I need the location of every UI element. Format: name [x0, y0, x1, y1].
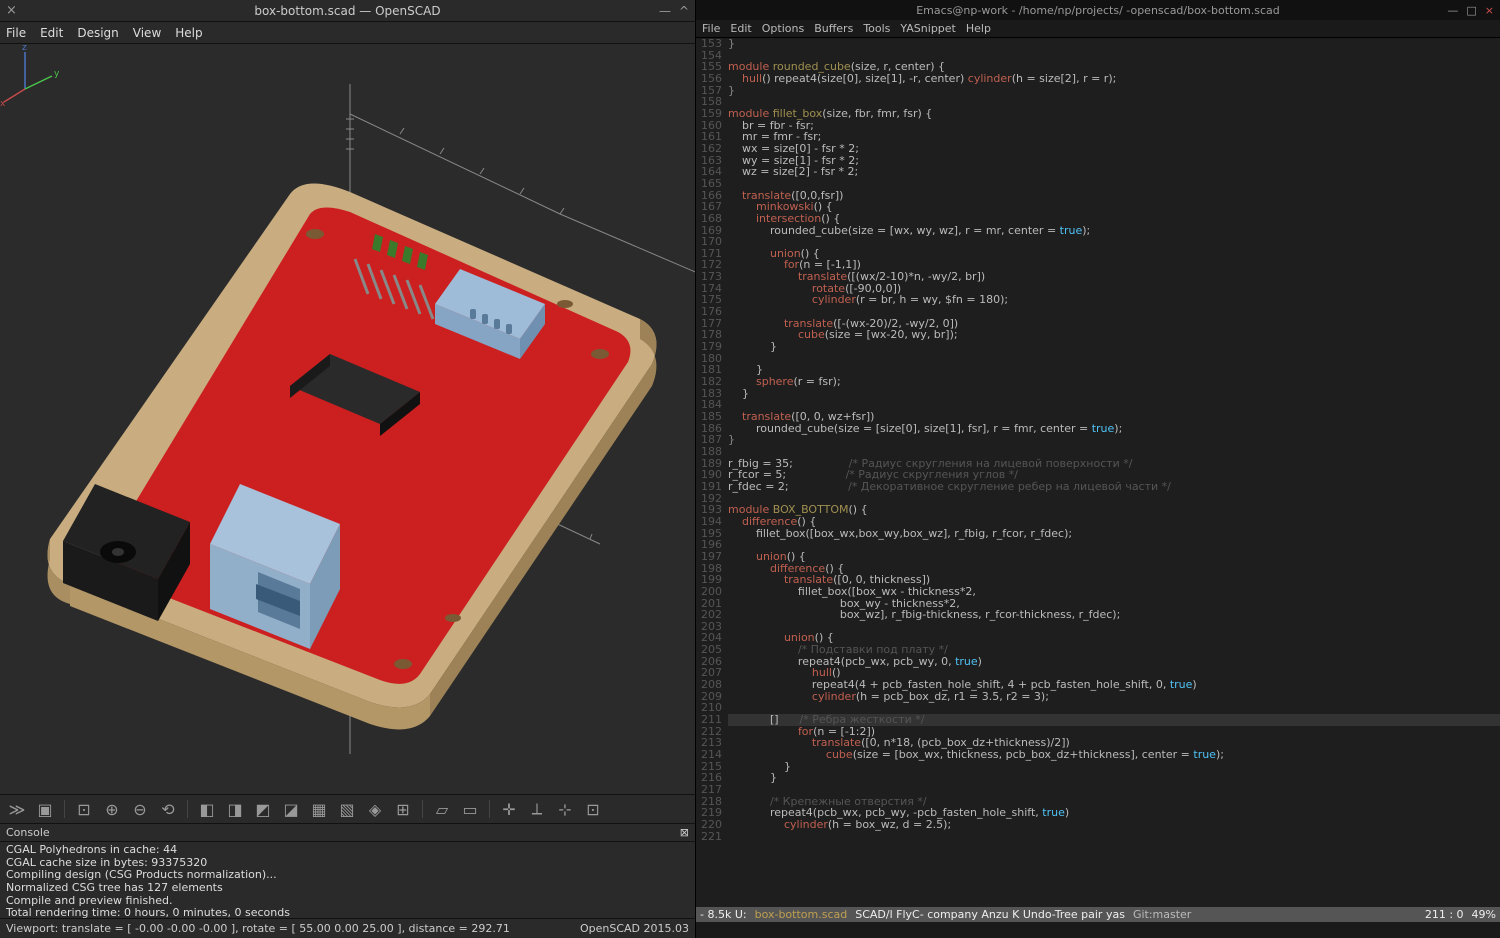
view-left-icon[interactable]: ◪: [280, 798, 302, 820]
code-editor[interactable]: 1531541551561571581591601611621631641651…: [696, 38, 1500, 907]
axes-icon[interactable]: ✛: [498, 798, 520, 820]
version-label: OpenSCAD 2015.03: [580, 922, 689, 935]
view-back-icon[interactable]: ▧: [336, 798, 358, 820]
view-toolbar: ≫ ▣ ⊡ ⊕ ⊖ ⟲ ◧ ◨ ◩ ◪ ▦ ▧ ◈ ⊞ ▱ ▭ ✛ ⟂ ⊹ ⊡: [0, 794, 695, 824]
menu-yasnippet[interactable]: YASnippet: [900, 22, 955, 35]
console-output[interactable]: CGAL Polyhedrons in cache: 44CGAL cache …: [0, 842, 695, 918]
toolbar-separator: [489, 800, 490, 818]
zoom-all-icon[interactable]: ⊡: [73, 798, 95, 820]
edges-icon[interactable]: ⊹: [554, 798, 576, 820]
scale-icon[interactable]: ⟂: [526, 798, 548, 820]
zoom-out-icon[interactable]: ⊖: [129, 798, 151, 820]
view-diag-icon[interactable]: ◈: [364, 798, 386, 820]
emacs-menubar: File Edit Options Buffers Tools YASnippet Help: [696, 20, 1500, 38]
menu-buffers[interactable]: Buffers: [814, 22, 853, 35]
3d-viewport[interactable]: z y x: [0, 44, 695, 794]
openscad-titlebar: × box-bottom.scad — OpenSCAD — ^: [0, 0, 695, 22]
openscad-menubar: File Edit Design View Help: [0, 22, 695, 44]
emacs-titlebar: Emacs@np-work - /home/np/projects/ -open…: [696, 0, 1500, 20]
menu-tools[interactable]: Tools: [863, 22, 890, 35]
center-icon[interactable]: ⊞: [392, 798, 414, 820]
toolbar-separator: [422, 800, 423, 818]
toolbar-separator: [64, 800, 65, 818]
view-front-icon[interactable]: ▦: [308, 798, 330, 820]
crosshair-icon[interactable]: ⊡: [582, 798, 604, 820]
code-content[interactable]: } module rounded_cube(size, r, center) {…: [728, 38, 1500, 907]
line-gutter: 1531541551561571581591601611621631641651…: [696, 38, 728, 907]
menu-edit[interactable]: Edit: [40, 26, 63, 40]
buffer-name: box-bottom.scad: [755, 908, 848, 921]
menu-view[interactable]: View: [133, 26, 161, 40]
ortho-icon[interactable]: ▭: [459, 798, 481, 820]
persp-icon[interactable]: ▱: [431, 798, 453, 820]
minibuffer[interactable]: [696, 922, 1500, 938]
menu-file[interactable]: File: [702, 22, 720, 35]
minimize-icon[interactable]: —: [1447, 4, 1458, 17]
render-icon[interactable]: ▣: [34, 798, 56, 820]
console-close-icon[interactable]: ⊠: [680, 826, 689, 839]
close-icon[interactable]: ×: [1485, 4, 1494, 17]
console-line: Normalized CSG tree has 127 elements: [6, 882, 689, 895]
menu-options[interactable]: Options: [762, 22, 804, 35]
git-branch: Git:master: [1133, 908, 1191, 921]
menu-design[interactable]: Design: [77, 26, 118, 40]
scroll-percent: 49%: [1472, 908, 1496, 921]
preview-icon[interactable]: ≫: [6, 798, 28, 820]
openscad-statusbar: Viewport: translate = [ -0.00 -0.00 -0.0…: [0, 918, 695, 938]
view-right-icon[interactable]: ◧: [196, 798, 218, 820]
modeline-flags: - 8.5k U:: [700, 908, 747, 921]
zoom-in-icon[interactable]: ⊕: [101, 798, 123, 820]
console-title: Console: [6, 826, 50, 839]
menu-file[interactable]: File: [6, 26, 26, 40]
console-line: CGAL Polyhedrons in cache: 44: [6, 844, 689, 857]
maximize-icon[interactable]: □: [1466, 4, 1476, 17]
minimize-icon[interactable]: —: [659, 4, 671, 18]
reset-view-icon[interactable]: ⟲: [157, 798, 179, 820]
menu-help[interactable]: Help: [966, 22, 991, 35]
view-top-icon[interactable]: ◨: [224, 798, 246, 820]
window-title: box-bottom.scad — OpenSCAD: [0, 4, 695, 18]
console-header: Console ⊠: [0, 824, 695, 842]
menu-help[interactable]: Help: [175, 26, 202, 40]
viewport-status: Viewport: translate = [ -0.00 -0.00 -0.0…: [6, 922, 510, 935]
emacs-modeline: - 8.5k U: box-bottom.scad SCAD/l FlyC- c…: [696, 907, 1500, 922]
modeline-modes: SCAD/l FlyC- company Anzu K Undo-Tree pa…: [855, 908, 1125, 921]
console-line: Total rendering time: 0 hours, 0 minutes…: [6, 907, 689, 918]
view-bottom-icon[interactable]: ◩: [252, 798, 274, 820]
close-icon[interactable]: ×: [6, 3, 17, 18]
cursor-position: 211 : 0: [1425, 908, 1464, 921]
menu-edit[interactable]: Edit: [730, 22, 751, 35]
maximize-icon[interactable]: ^: [679, 4, 689, 18]
toolbar-separator: [187, 800, 188, 818]
emacs-window-title: Emacs@np-work - /home/np/projects/ -open…: [702, 4, 1494, 17]
